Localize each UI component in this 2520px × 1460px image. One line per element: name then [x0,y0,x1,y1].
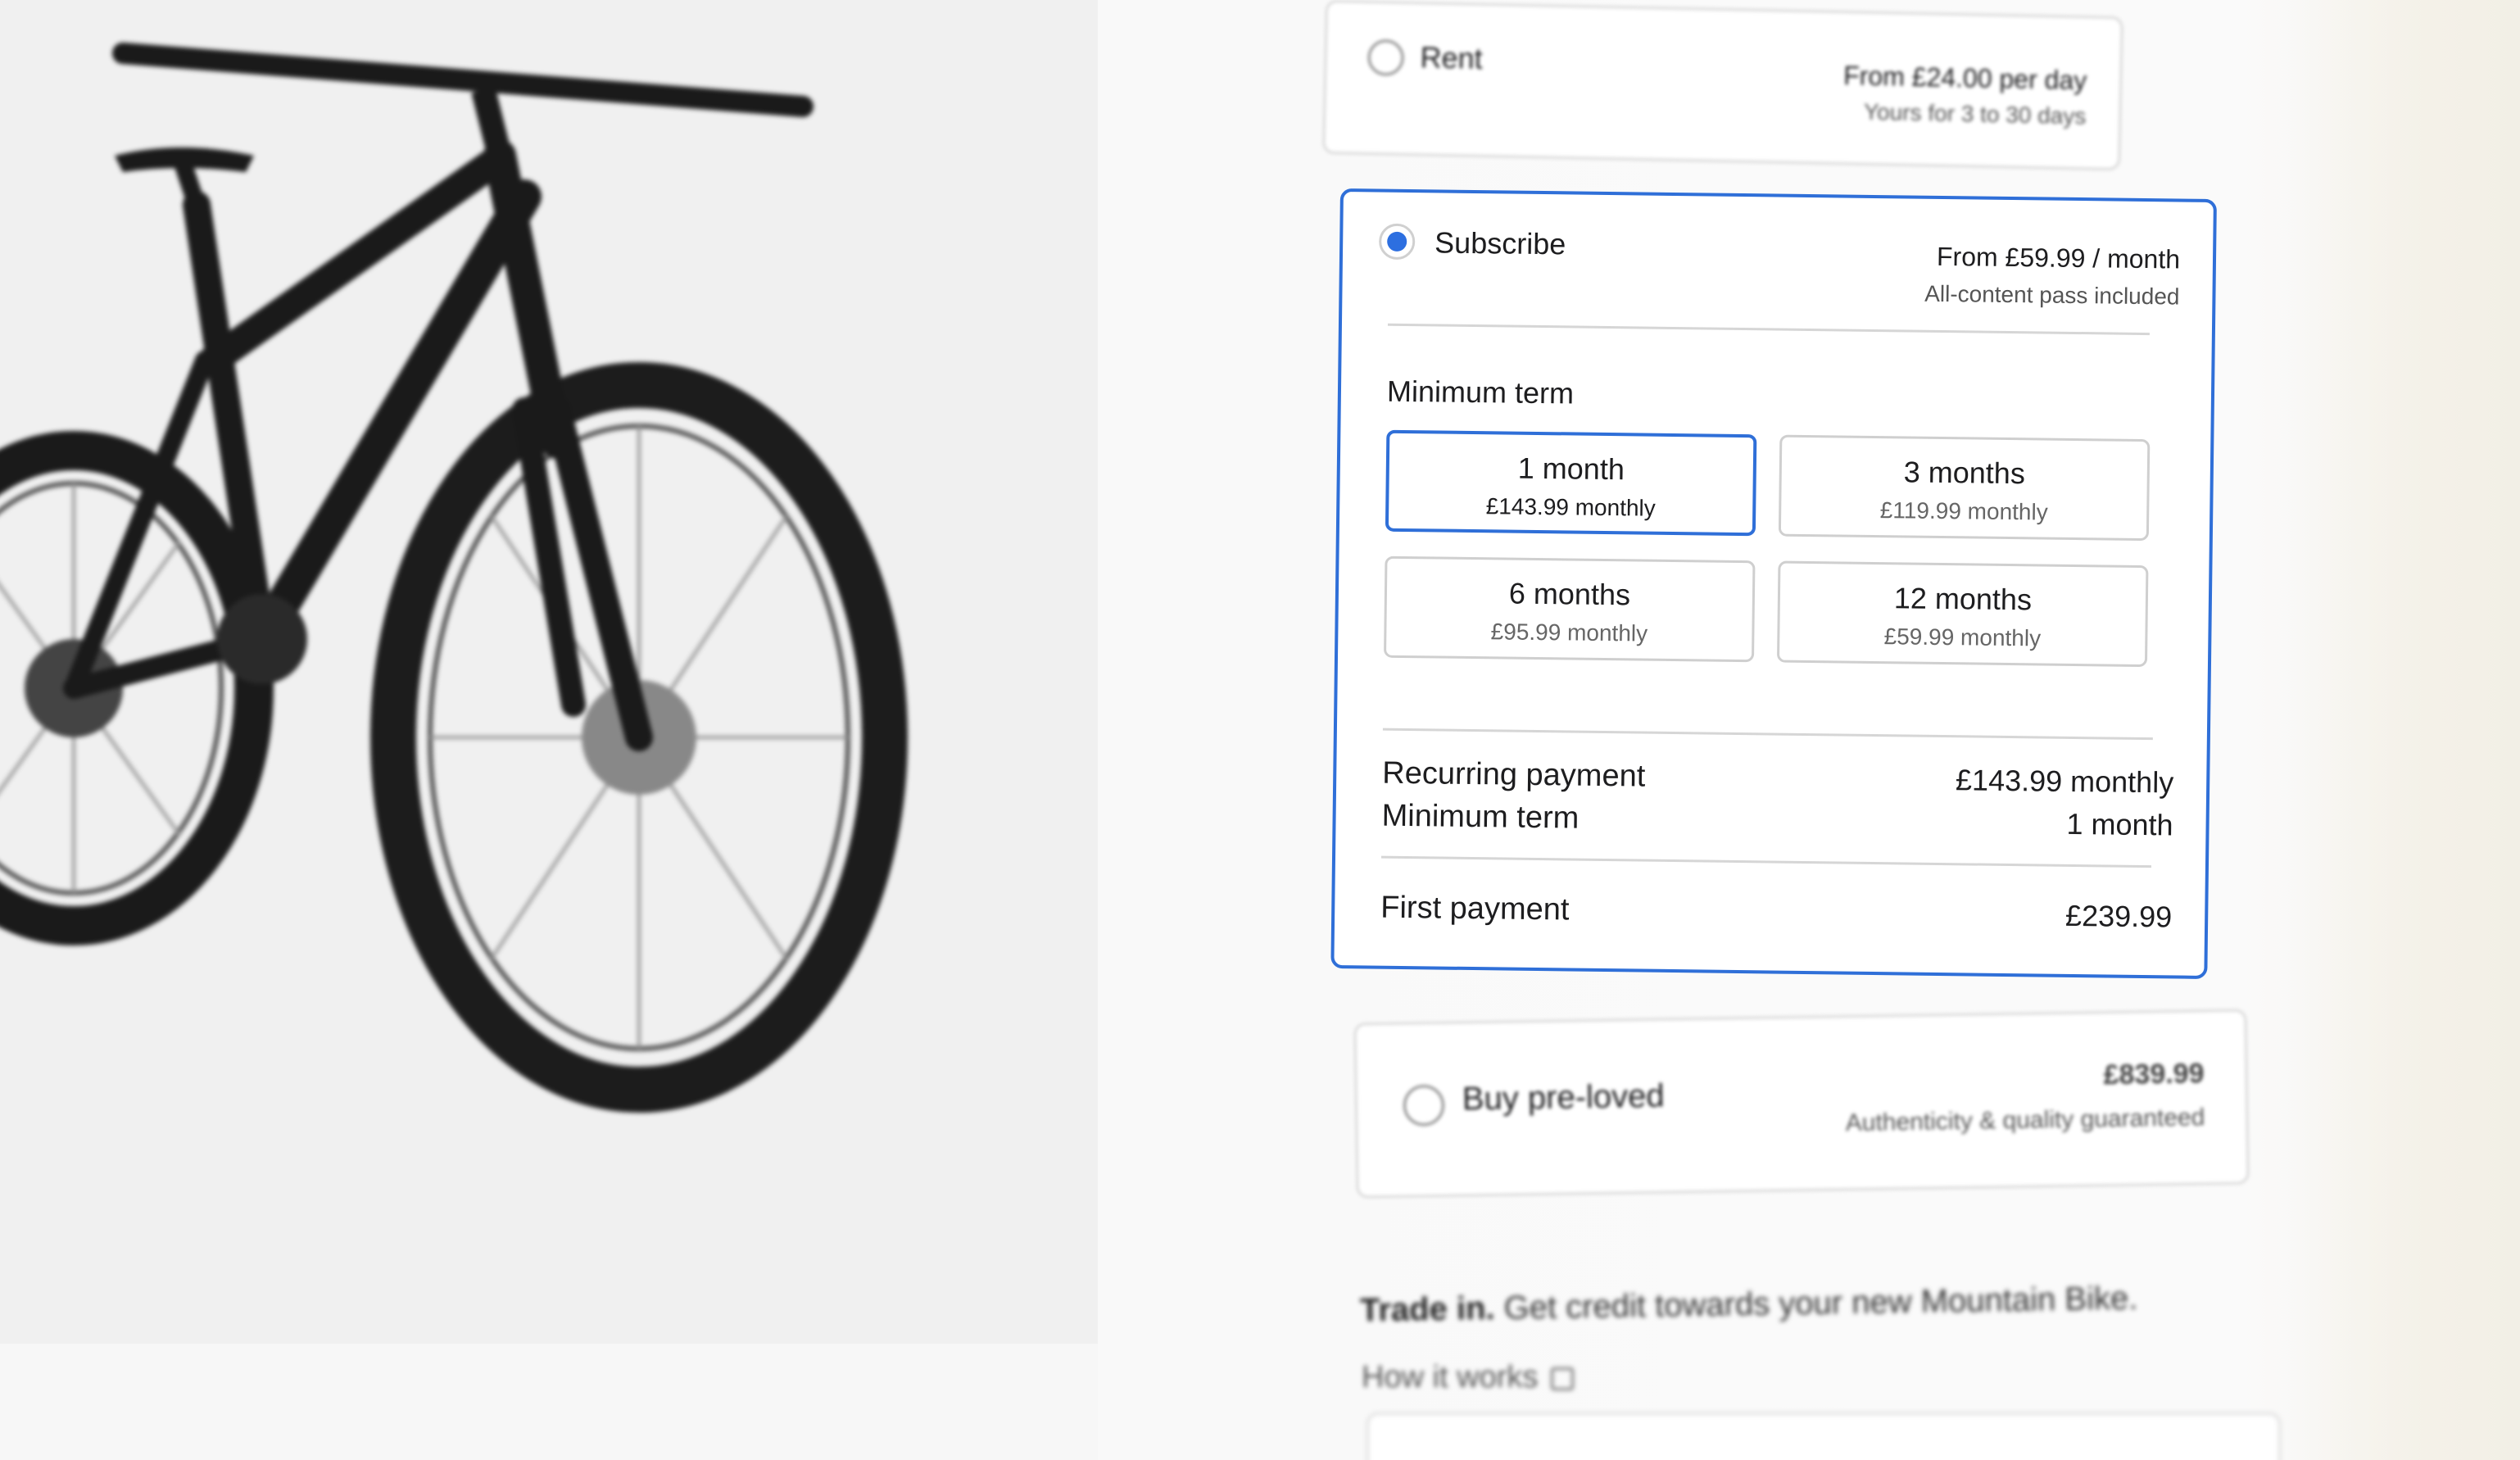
term-name: 6 months [1508,576,1631,612]
minimum-term-summary-value: 1 month [2066,806,2173,842]
preloved-option-card[interactable]: Buy pre-loved £839.99 Authenticity & qua… [1353,1009,2250,1199]
term-name: 12 months [1893,581,2033,617]
minimum-term-title: Minimum term [1386,374,1575,410]
term-name: 1 month [1517,451,1625,487]
term-option-3-months[interactable]: 3 months £119.99 monthly [1778,434,2151,542]
trade-in-description: Get credit towards your new Mountain Bik… [1503,1280,2138,1326]
subscribe-divider [1387,323,2150,336]
summary-divider-top [1382,728,2153,741]
purchase-options: Rent From £24.00 per day Yours for 3 to … [0,0,2520,1460]
subscribe-price: From £59.99 / month [1936,241,2181,274]
term-price: £95.99 monthly [1490,619,1648,646]
external-link-icon [1551,1367,1575,1390]
first-payment-label: First payment [1380,890,1570,927]
rent-option-card[interactable]: Rent From £24.00 per day Yours for 3 to … [1322,0,2123,171]
recurring-payment-label: Recurring payment [1382,755,1646,794]
first-payment-value: £239.99 [2064,898,2173,934]
preloved-label: Buy pre-loved [1462,1077,1665,1118]
recurring-payment-value: £143.99 monthly [1955,763,2174,800]
summary-divider-bottom [1381,855,2151,868]
how-it-works-label: How it works [1362,1360,1539,1394]
rent-subtext: Yours for 3 to 30 days [1863,98,2087,129]
trade-in-card[interactable] [1367,1412,2281,1460]
preloved-subtext: Authenticity & quality guaranteed [1845,1104,2205,1137]
subscribe-label: Subscribe [1434,225,1566,261]
subscribe-option-card[interactable]: Subscribe From £59.99 / month All-conten… [1330,188,2217,980]
rent-radio[interactable] [1367,39,1405,76]
trade-in-text: Trade in. Get credit towards your new Mo… [1360,1281,2138,1330]
how-it-works-link[interactable]: How it works [1362,1360,1575,1395]
preloved-price: £839.99 [2103,1058,2205,1091]
term-name: 3 months [1903,455,2026,491]
term-price: £119.99 monthly [1879,497,2048,525]
term-option-12-months[interactable]: 12 months £59.99 monthly [1776,560,2149,668]
rent-price: From £24.00 per day [1842,61,2087,96]
trade-in-bold: Trade in. [1359,1290,1495,1329]
term-price: £143.99 monthly [1485,493,1656,521]
subscribe-radio[interactable] [1378,223,1416,261]
rent-label: Rent [1420,40,1484,75]
term-option-1-month[interactable]: 1 month £143.99 monthly [1385,429,1757,537]
preloved-radio[interactable] [1403,1084,1445,1127]
minimum-term-summary-label: Minimum term [1381,798,1580,836]
term-option-6-months[interactable]: 6 months £95.99 monthly [1384,555,1756,663]
term-price: £59.99 monthly [1883,623,2042,651]
subscribe-subtext: All-content pass included [1924,280,2180,310]
